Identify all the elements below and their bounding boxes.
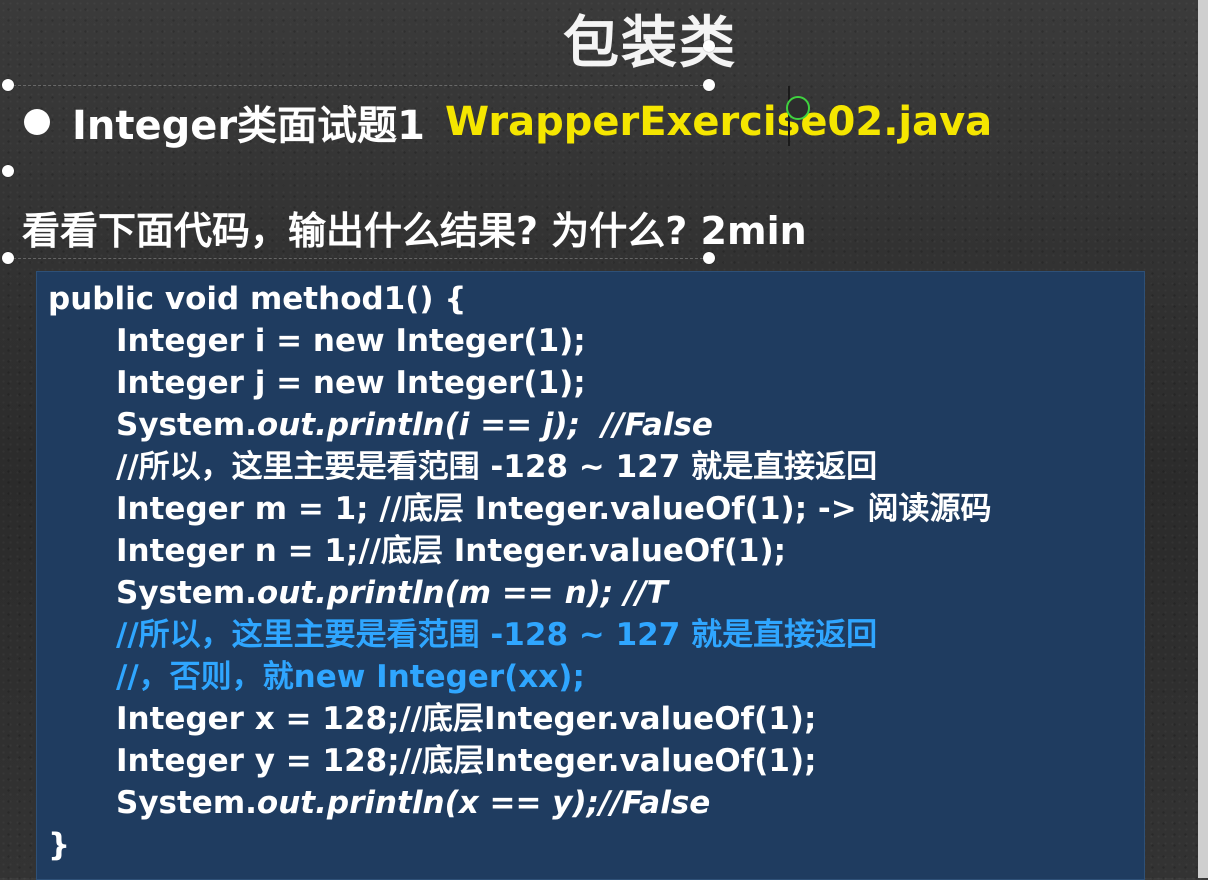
code-line: System.out.println(x == y);//False <box>116 782 710 824</box>
code-comment: //所以，这里主要是看范围 -128 ~ 127 就是直接返回 <box>116 449 878 485</box>
mouse-pointer-icon <box>786 96 810 120</box>
rotate-handle[interactable] <box>703 40 715 52</box>
code-comment-highlighted: //，否则，就new Integer(xx); <box>116 659 585 695</box>
question-text[interactable]: 看看下面代码，输出什么结果? 为什么? 2min <box>22 200 807 255</box>
code-line: System.out.println(m == n); //T <box>116 572 668 614</box>
bullet-item[interactable]: Integer类面试题1 WrapperExercise02.java <box>24 92 992 152</box>
code-line: Integer x = 128;//底层Integer.valueOf(1); <box>116 701 817 737</box>
resize-handle-bottom-left[interactable] <box>2 252 14 264</box>
selection-border-bottom <box>8 258 708 259</box>
code-line: public void method1() { <box>48 281 467 317</box>
code-text: System. <box>116 407 257 443</box>
code-line: Integer j = new Integer(1); <box>116 365 586 401</box>
bullet-dot-icon <box>24 109 50 135</box>
code-text-italic: out.println(i == j); //False <box>256 407 713 443</box>
code-line: Integer n = 1;//底层 Integer.valueOf(1); <box>116 533 787 569</box>
code-text: System. <box>116 575 257 611</box>
bullet-text[interactable]: Integer类面试题1 <box>72 93 425 151</box>
code-text: System. <box>116 785 257 821</box>
resize-handle-top-left[interactable] <box>2 79 14 91</box>
code-line: Integer m = 1; //底层 Integer.valueOf(1); … <box>116 491 992 527</box>
code-comment-highlighted: //所以，这里主要是看范围 -128 ~ 127 就是直接返回 <box>116 617 878 653</box>
resize-handle-top-middle[interactable] <box>703 79 715 91</box>
resize-handle-middle-left[interactable] <box>2 165 14 177</box>
bullet-filename[interactable]: WrapperExercise02.java <box>445 99 992 145</box>
code-line: } <box>48 827 71 863</box>
code-text-italic: out.println(m == n); //T <box>256 575 668 611</box>
window-right-edge <box>1198 0 1208 878</box>
code-text-italic: out.println(x == y);//False <box>256 785 711 821</box>
code-line: Integer i = new Integer(1); <box>116 323 586 359</box>
code-line: Integer y = 128;//底层Integer.valueOf(1); <box>116 743 817 779</box>
slide-title: 包装类 <box>563 11 737 76</box>
code-line: System.out.println(i == j); //False <box>116 404 713 446</box>
selection-border-top <box>8 85 708 86</box>
